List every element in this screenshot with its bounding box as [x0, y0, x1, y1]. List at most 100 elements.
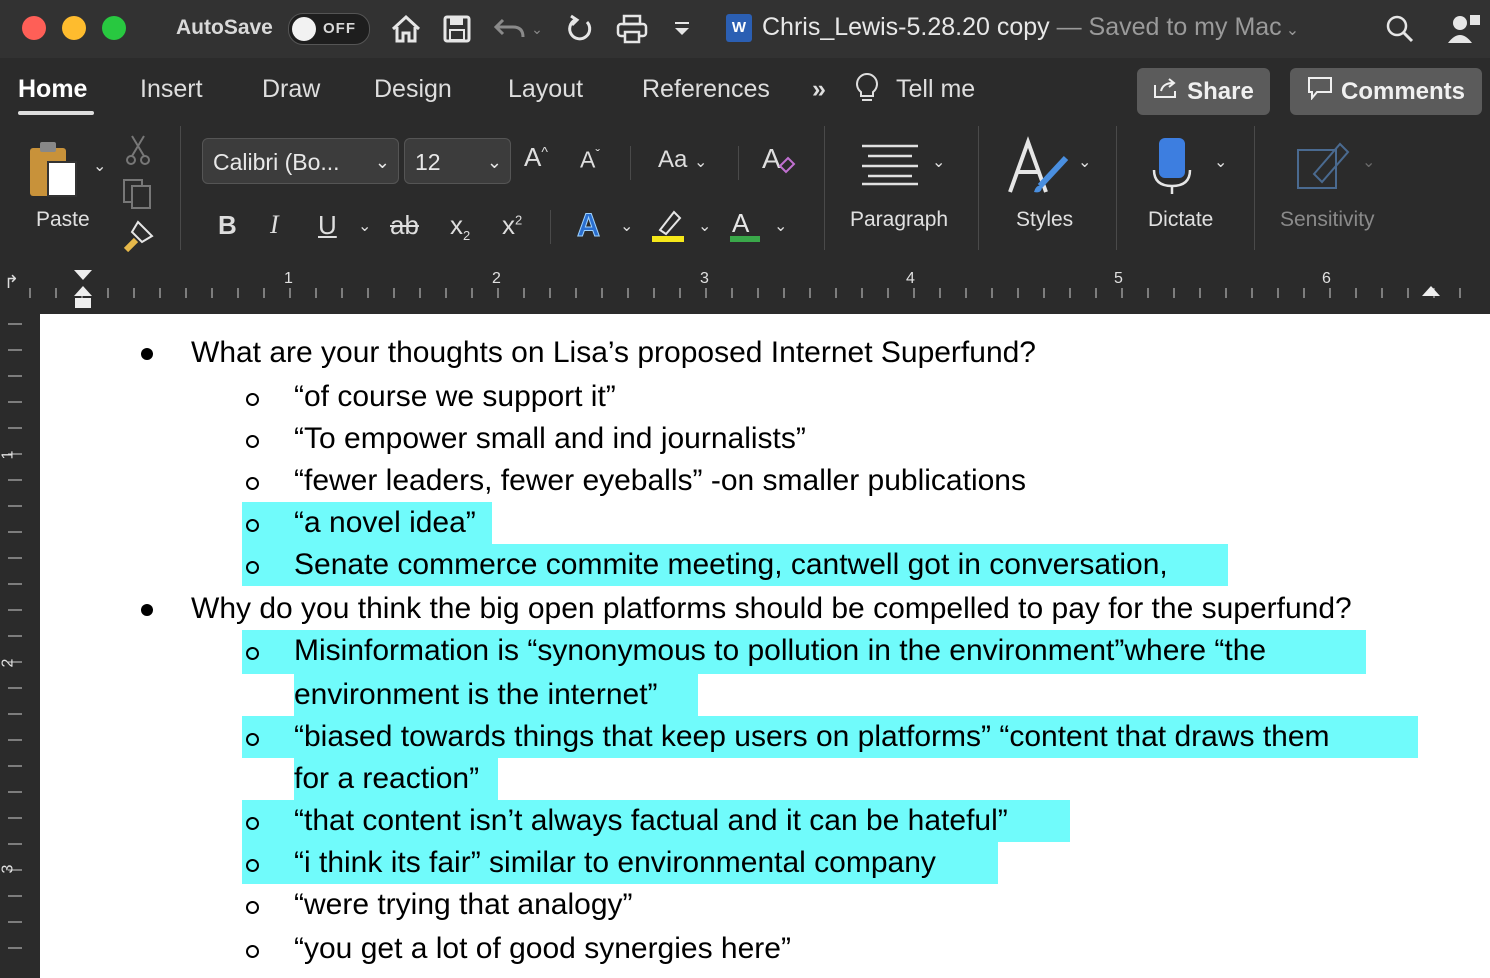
font-color-icon[interactable]: A [728, 206, 762, 249]
list-item: “i think its fair” similar to environmen… [294, 846, 936, 879]
undo-icon[interactable]: ⌄ [490, 10, 546, 48]
font-size-select[interactable]: 12 ⌄ [404, 138, 511, 184]
font-size-value: 12 [415, 149, 441, 175]
ruler-ticks [29, 288, 1461, 298]
subscript-button[interactable]: x2 [450, 210, 470, 243]
autosave-state: OFF [323, 20, 356, 37]
minimize-window-button[interactable] [62, 16, 86, 40]
print-icon[interactable] [614, 10, 650, 48]
more-tabs-button[interactable]: » [812, 75, 826, 104]
text-effects-chevron-icon[interactable]: ⌄ [620, 216, 633, 236]
divider [1116, 126, 1117, 250]
styles-chevron-icon[interactable]: ⌄ [1078, 152, 1091, 172]
paragraph-icon[interactable] [860, 142, 920, 191]
tell-me-search[interactable]: Tell me [896, 75, 975, 104]
comments-button[interactable]: Comments [1290, 68, 1482, 115]
paragraph-chevron-icon[interactable]: ⌄ [932, 152, 945, 172]
paste-label: Paste [36, 208, 90, 231]
list-item: “fewer leaders, fewer eyeballs” -on smal… [294, 464, 1026, 497]
vruler-number: 2 [0, 658, 17, 668]
svg-text:A: A [732, 208, 750, 238]
chevron-down-icon: ⌄ [1285, 22, 1300, 39]
dictate-chevron-icon[interactable]: ⌄ [1214, 152, 1227, 172]
copy-icon[interactable] [122, 178, 154, 215]
microphone-icon[interactable] [1150, 136, 1196, 203]
clear-formatting-icon[interactable]: A [762, 142, 796, 181]
highlight-chevron-icon[interactable]: ⌄ [698, 216, 711, 236]
font-name-value: Calibri (Bo... [213, 149, 340, 175]
vruler-number: 3 [0, 864, 17, 874]
sub-bullet-icon [246, 817, 259, 830]
user-icon[interactable] [1444, 10, 1484, 48]
dictate-label: Dictate [1148, 208, 1214, 231]
tab-insert[interactable]: Insert [140, 75, 203, 104]
paragraph-label: Paragraph [850, 208, 949, 231]
paste-chevron-icon[interactable]: ⌄ [93, 156, 106, 176]
save-status: — Saved to my Mac [1049, 13, 1282, 41]
styles-icon[interactable] [1006, 136, 1072, 203]
strikethrough-button[interactable]: ab [390, 210, 419, 241]
lightbulb-icon [854, 72, 880, 111]
divider [630, 146, 631, 180]
toggle-knob [292, 17, 316, 41]
search-icon[interactable] [1383, 10, 1417, 48]
change-case-button[interactable]: Aa ⌄ [658, 146, 707, 174]
save-icon[interactable] [440, 10, 474, 48]
autosave-label: AutoSave [176, 16, 273, 39]
zoom-window-button[interactable] [102, 16, 126, 40]
sensitivity-chevron-icon: ⌄ [1362, 154, 1376, 171]
vertical-ruler[interactable]: 1 2 3 [0, 314, 40, 978]
underline-chevron-icon[interactable]: ⌄ [358, 216, 371, 236]
ruler-number: 3 [700, 270, 709, 287]
sensitivity-icon[interactable] [1294, 134, 1354, 199]
sub-bullet-icon [246, 477, 259, 490]
underline-button[interactable]: U [318, 210, 337, 241]
customize-toolbar-icon[interactable] [670, 10, 694, 48]
home-icon[interactable] [388, 10, 424, 48]
sub-bullet-icon [246, 945, 259, 958]
font-name-select[interactable]: Calibri (Bo... ⌄ [202, 138, 399, 184]
document-page[interactable]: What are your thoughts on Lisa’s propose… [40, 314, 1490, 978]
list-item-continuation: for a reaction” [294, 762, 480, 795]
divider [550, 210, 551, 244]
close-window-button[interactable] [22, 16, 46, 40]
tab-references[interactable]: References [642, 75, 770, 104]
divider [978, 126, 979, 250]
font-color-chevron-icon[interactable]: ⌄ [774, 216, 787, 236]
format-painter-icon[interactable] [122, 220, 156, 257]
italic-button[interactable]: I [270, 210, 279, 240]
shrink-font-button[interactable]: Aˇ [580, 146, 600, 174]
highlight-icon[interactable] [652, 206, 686, 249]
list-item: Senate commerce commite meeting, cantwel… [294, 548, 1168, 581]
first-line-indent-marker[interactable] [72, 268, 94, 315]
sub-bullet-icon [246, 393, 259, 406]
text-effects-icon[interactable]: A [576, 206, 610, 247]
tab-layout[interactable]: Layout [508, 75, 583, 104]
superscript-button[interactable]: x2 [502, 210, 522, 241]
sub-bullet-icon [246, 519, 259, 532]
right-indent-marker[interactable] [1420, 282, 1442, 303]
sub-bullet-icon [246, 733, 259, 746]
divider [180, 126, 181, 250]
chevron-down-icon: ⌄ [486, 152, 502, 172]
share-button[interactable]: Share [1137, 68, 1270, 115]
list-item: “biased towards things that keep users o… [294, 720, 1330, 753]
document-title[interactable]: Chris_Lewis-5.28.20 copy — Saved to my M… [762, 13, 1299, 42]
cut-icon[interactable] [124, 134, 152, 171]
autosave-toggle[interactable]: OFF [288, 13, 370, 45]
svg-text:A: A [762, 143, 781, 174]
sub-bullet-icon [246, 561, 259, 574]
sub-bullet-icon [246, 435, 259, 448]
bold-button[interactable]: B [218, 210, 237, 241]
tab-home[interactable]: Home [18, 75, 87, 104]
divider [824, 126, 825, 250]
grow-font-button[interactable]: A^ [524, 142, 548, 173]
redo-icon[interactable] [562, 10, 598, 48]
paste-icon[interactable] [26, 138, 84, 205]
tab-draw[interactable]: Draw [262, 75, 320, 104]
tab-design[interactable]: Design [374, 75, 452, 104]
horizontal-ruler[interactable]: ↱ 1 2 3 4 5 6 [0, 268, 1490, 314]
ruler-number: 2 [492, 270, 501, 287]
chevron-down-icon: ⌄ [374, 152, 390, 172]
question-2: Why do you think the big open platforms … [191, 592, 1352, 625]
